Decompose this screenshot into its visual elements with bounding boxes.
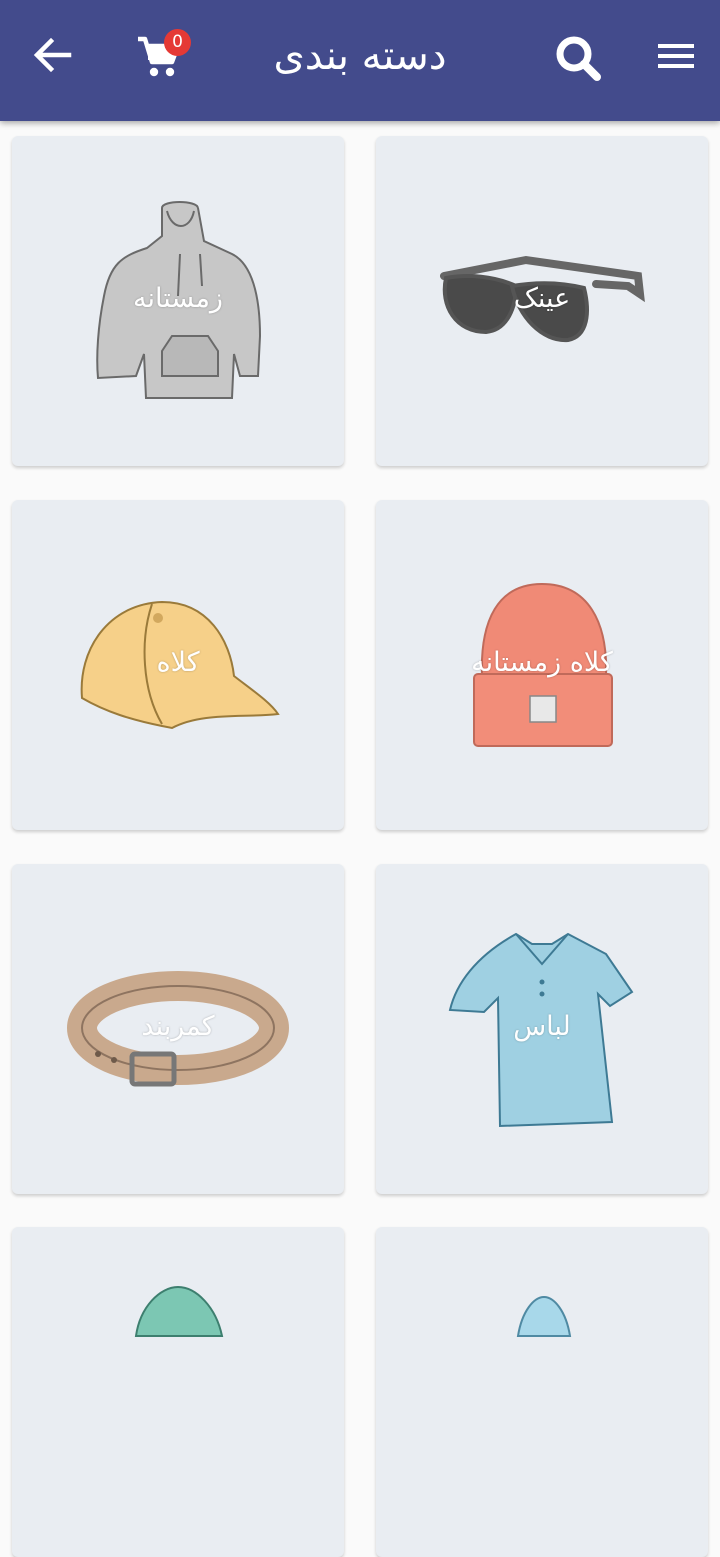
app-bar: 0 دسته بندی: [0, 0, 720, 121]
category-card-winter[interactable]: زمستانه: [12, 136, 344, 466]
category-card-clothes[interactable]: لباس: [376, 864, 708, 1194]
category-label: کمربند: [141, 1011, 215, 1042]
menu-icon[interactable]: [654, 38, 698, 74]
category-card-cap[interactable]: کلاه: [12, 500, 344, 830]
category-grid: زمستانه عینک کلاه کلاه زمستانه کمربند لب…: [0, 0, 720, 1557]
category-label: لباس: [513, 1011, 571, 1042]
category-label: عینک: [513, 283, 571, 314]
category-card-bucket-hat[interactable]: [12, 1227, 344, 1557]
category-label: زمستانه: [133, 283, 223, 314]
bucket-hat-image: [516, 1295, 572, 1337]
category-card-bucket-hat-2[interactable]: [376, 1227, 708, 1557]
bucket-hat-image: [134, 1285, 224, 1337]
category-label: کلاه زمستانه: [471, 647, 613, 678]
category-card-belt[interactable]: کمربند: [12, 864, 344, 1194]
category-card-glasses[interactable]: عینک: [376, 136, 708, 466]
category-label: کلاه: [156, 647, 200, 678]
category-card-winter-hat[interactable]: کلاه زمستانه: [376, 500, 708, 830]
search-icon[interactable]: [552, 32, 604, 84]
page-title: دسته بندی: [273, 33, 447, 79]
